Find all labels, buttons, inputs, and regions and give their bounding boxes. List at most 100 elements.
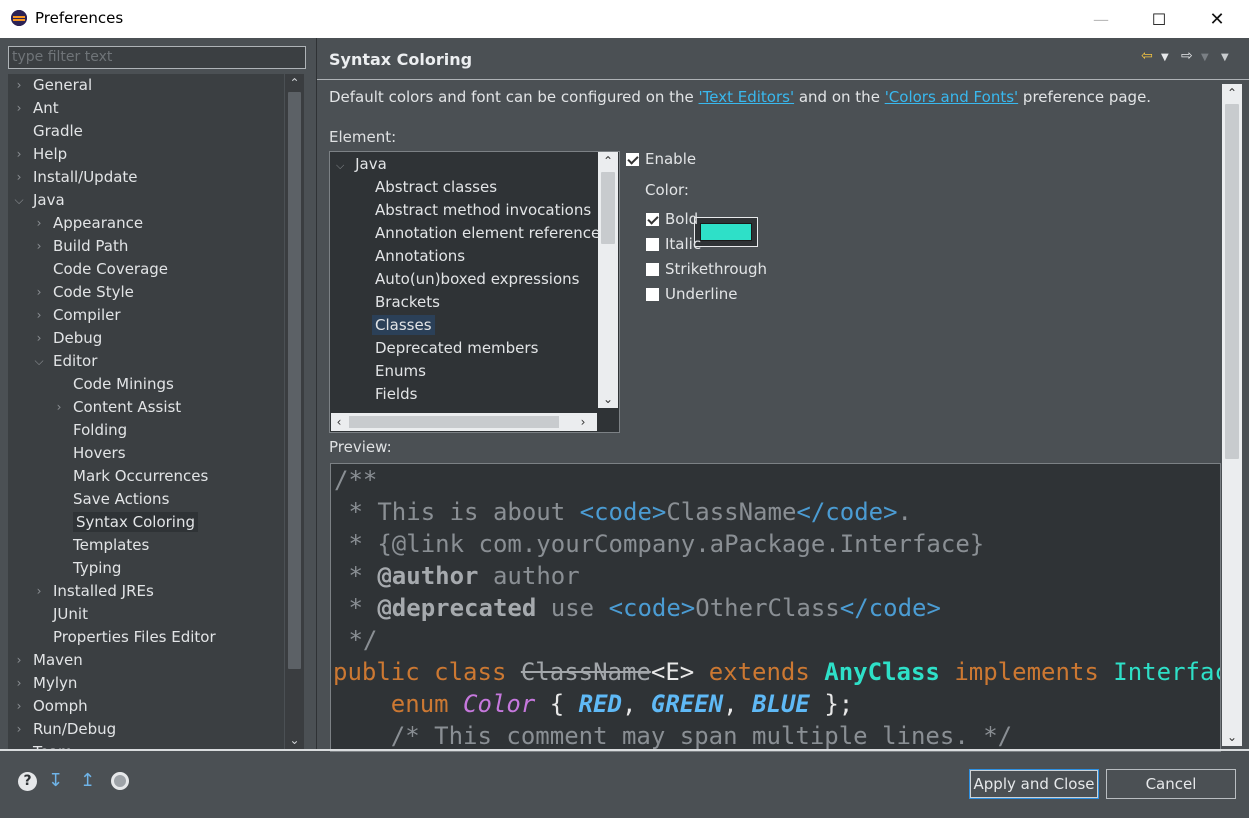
back-menu-chevron-down-icon[interactable]: ▼ — [1161, 52, 1169, 63]
oomph-record-icon[interactable] — [111, 772, 129, 790]
chevron-right-icon[interactable]: › — [33, 235, 45, 258]
tree-item-editor[interactable]: ⌵ Editor — [33, 350, 97, 373]
element-item[interactable]: Classes — [372, 314, 435, 337]
scroll-thumb[interactable] — [288, 92, 301, 669]
element-root-java[interactable]: ⌵ Java — [336, 153, 387, 176]
tree-item-templates[interactable]: Templates — [53, 534, 149, 557]
chevron-right-icon[interactable]: › — [33, 304, 45, 327]
tree-item-folding[interactable]: Folding — [53, 419, 127, 442]
chevron-down-icon[interactable]: ⌵ — [13, 189, 25, 212]
chevron-right-icon[interactable]: › — [33, 580, 45, 603]
minimize-button[interactable]: — — [1072, 0, 1130, 38]
tree-item-properties-files-editor[interactable]: Properties Files Editor — [33, 626, 216, 649]
element-item[interactable]: Fields — [375, 383, 417, 406]
chevron-right-icon[interactable]: › — [13, 672, 25, 695]
chevron-right-icon[interactable]: › — [13, 143, 25, 166]
chevron-right-icon[interactable]: › — [13, 649, 25, 672]
back-arrow-icon[interactable]: ⇦ — [1141, 48, 1153, 64]
tree-item-hovers[interactable]: Hovers — [53, 442, 126, 465]
element-scrollbar[interactable]: ⌃ ⌄ — [598, 152, 618, 408]
scroll-right-arrow-icon[interactable]: › — [575, 413, 591, 431]
tree-item-appearance[interactable]: › Appearance — [33, 212, 143, 235]
chevron-right-icon[interactable]: › — [33, 281, 45, 304]
tree-item-install-update[interactable]: › Install/Update — [13, 166, 138, 189]
tree-item-team[interactable]: ›Team — [13, 741, 73, 749]
chevron-right-icon[interactable]: › — [33, 212, 45, 235]
tree-item-mylyn[interactable]: › Mylyn — [13, 672, 78, 695]
chevron-right-icon[interactable]: › — [33, 327, 45, 350]
scroll-down-arrow-icon[interactable]: ⌄ — [1222, 728, 1242, 746]
bold-checkbox[interactable] — [646, 213, 659, 226]
element-item[interactable]: Auto(un)boxed expressions — [375, 268, 579, 291]
tree-item-build-path[interactable]: › Build Path — [33, 235, 129, 258]
chevron-right-icon[interactable]: › — [13, 166, 25, 189]
scroll-up-arrow-icon[interactable]: ⌃ — [1222, 84, 1242, 102]
element-item[interactable]: Brackets — [375, 291, 440, 314]
tree-item-installed-jres[interactable]: › Installed JREs — [33, 580, 154, 603]
scroll-up-arrow-icon[interactable]: ⌃ — [285, 74, 304, 92]
chevron-right-icon[interactable]: › — [13, 741, 25, 749]
tree-item-typing[interactable]: Typing — [53, 557, 121, 580]
scroll-down-arrow-icon[interactable]: ⌄ — [285, 731, 304, 749]
cancel-button[interactable]: Cancel — [1106, 769, 1236, 799]
tree-item-content-assist[interactable]: › Content Assist — [53, 396, 182, 419]
preview-line: */ — [334, 624, 377, 656]
hscroll-thumb[interactable] — [349, 416, 559, 428]
tree-item-maven[interactable]: › Maven — [13, 649, 83, 672]
tree-item-label: Gradle — [33, 122, 83, 140]
element-item[interactable]: Abstract classes — [375, 176, 497, 199]
tree-item-code-coverage[interactable]: Code Coverage — [33, 258, 168, 281]
help-icon[interactable]: ? — [18, 772, 37, 791]
element-item[interactable]: Annotations — [375, 245, 465, 268]
scroll-up-arrow-icon[interactable]: ⌃ — [598, 152, 618, 170]
chevron-right-icon[interactable]: › — [13, 97, 25, 120]
chevron-down-icon[interactable]: ⌵ — [33, 350, 45, 373]
tree-item-save-actions[interactable]: Save Actions — [53, 488, 169, 511]
tree-item-mark-occurrences[interactable]: Mark Occurrences — [53, 465, 208, 488]
color-picker-button[interactable] — [694, 217, 758, 247]
tree-item-run-debug[interactable]: › Run/Debug — [13, 718, 117, 741]
italic-checkbox[interactable] — [646, 238, 659, 251]
tree-item-help[interactable]: › Help — [13, 143, 68, 166]
scroll-left-arrow-icon[interactable]: ‹ — [331, 413, 347, 431]
element-hscrollbar[interactable]: ‹ › — [331, 413, 597, 431]
tree-item-general[interactable]: › General — [13, 74, 93, 97]
text-editors-link[interactable]: 'Text Editors' — [699, 88, 795, 106]
colors-and-fonts-link[interactable]: 'Colors and Fonts' — [885, 88, 1018, 106]
strikethrough-checkbox[interactable] — [646, 263, 659, 276]
view-menu-chevron-down-icon[interactable]: ▼ — [1221, 52, 1229, 63]
scroll-down-arrow-icon[interactable]: ⌄ — [598, 390, 618, 408]
close-button[interactable]: ✕ — [1188, 0, 1246, 38]
chevron-right-icon[interactable]: › — [13, 695, 25, 718]
chevron-right-icon[interactable]: › — [13, 718, 25, 741]
maximize-button[interactable]: ☐ — [1130, 0, 1188, 38]
tree-item-junit[interactable]: JUnit — [33, 603, 88, 626]
chevron-right-icon[interactable]: › — [13, 74, 25, 97]
element-item[interactable]: Annotation element reference — [375, 222, 600, 245]
tree-item-debug[interactable]: › Debug — [33, 327, 103, 350]
scroll-thumb[interactable] — [601, 172, 615, 244]
apply-and-close-button[interactable]: Apply and Close — [969, 769, 1099, 799]
element-item[interactable]: Abstract method invocations — [375, 199, 591, 222]
tree-item-code-minings[interactable]: Code Minings — [53, 373, 174, 396]
tree-item-compiler[interactable]: › Compiler — [33, 304, 121, 327]
chevron-right-icon[interactable]: › — [53, 396, 65, 419]
enable-checkbox[interactable] — [626, 153, 639, 166]
forward-arrow-icon[interactable]: ⇨ — [1181, 48, 1193, 64]
scroll-thumb[interactable] — [1225, 104, 1239, 459]
forward-menu-chevron-down-icon[interactable]: ▼ — [1201, 52, 1209, 63]
tree-item-oomph[interactable]: › Oomph — [13, 695, 88, 718]
element-item[interactable]: Enums — [375, 360, 426, 383]
tree-item-code-style[interactable]: › Code Style — [33, 281, 134, 304]
underline-checkbox[interactable] — [646, 288, 659, 301]
page-scrollbar[interactable]: ⌃ ⌄ — [1222, 84, 1242, 746]
tree-item-ant[interactable]: › Ant — [13, 97, 59, 120]
tree-item-gradle[interactable]: Gradle — [13, 120, 83, 143]
element-item[interactable]: Deprecated members — [375, 337, 538, 360]
tree-scrollbar[interactable]: ⌃ ⌄ — [285, 74, 304, 749]
tree-item-syntax-coloring[interactable]: Syntax Coloring — [53, 511, 198, 534]
filter-input[interactable]: type filter text — [8, 46, 306, 69]
export-icon[interactable]: ↥ — [80, 770, 95, 791]
import-icon[interactable]: ↧ — [48, 770, 63, 791]
tree-item-java[interactable]: ⌵ Java — [13, 189, 64, 212]
